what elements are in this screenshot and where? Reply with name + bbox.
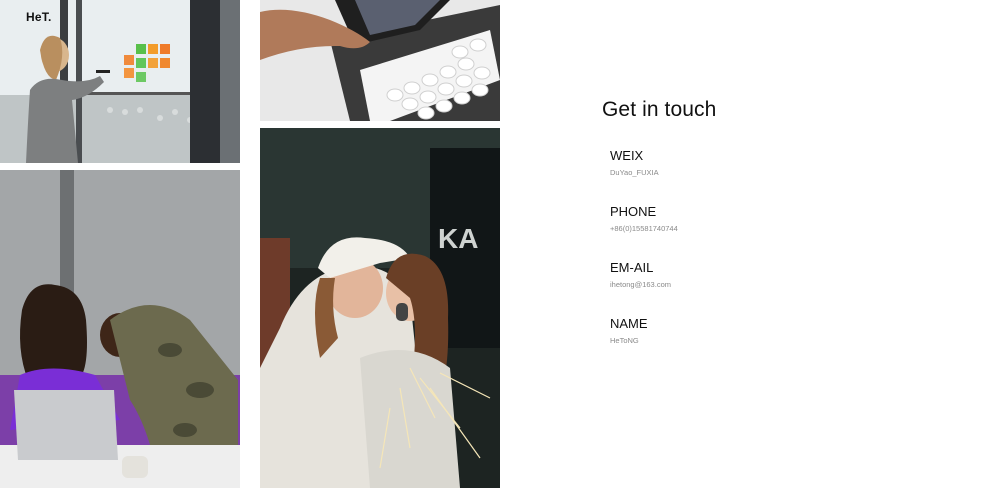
contact-item-name: NAME HeToNG: [610, 316, 648, 345]
karaoke-photo: KA: [260, 128, 500, 488]
contact-section: Get in touch WEIX DuYao_FUXIA PHONE +86(…: [602, 98, 717, 345]
contact-value[interactable]: DuYao_FUXIA: [610, 168, 659, 177]
contact-item-weix: WEIX DuYao_FUXIA: [610, 148, 659, 177]
svg-text:KA: KA: [438, 223, 478, 254]
office-photo: [0, 0, 240, 163]
brand-logo[interactable]: HeT.: [26, 10, 51, 24]
contact-value[interactable]: +86(0)15581740744: [610, 224, 678, 233]
contact-value[interactable]: HeToNG: [610, 336, 648, 345]
laptop-photo: [0, 170, 240, 488]
keyboard-photo: [260, 0, 500, 121]
contact-item-phone: PHONE +86(0)15581740744: [610, 204, 678, 233]
contact-label: NAME: [610, 316, 648, 331]
contact-label: PHONE: [610, 204, 657, 219]
contact-label: WEIX: [610, 148, 644, 163]
contact-value[interactable]: ihetong@163.com: [610, 280, 671, 289]
contact-label: EM-AIL: [610, 260, 654, 275]
contact-item-email: EM-AIL ihetong@163.com: [610, 260, 671, 289]
contact-title: Get in touch: [602, 98, 717, 121]
